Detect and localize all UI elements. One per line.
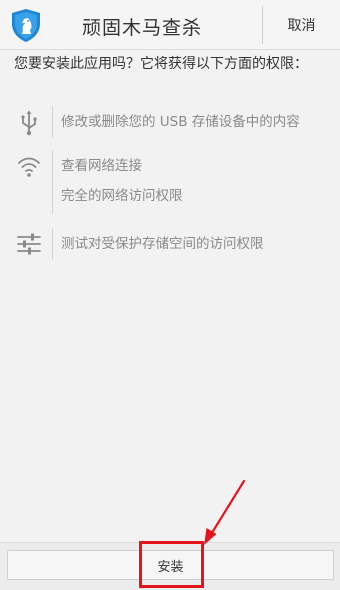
permission-divider (52, 150, 53, 214)
install-question: 您要安装此应用吗？它将获得以下方面的权限： (14, 56, 308, 72)
title-bar: 顽固木马查杀 取消 (0, 0, 340, 50)
shield-knight-icon (12, 9, 40, 42)
highlight-box (139, 541, 204, 588)
install-screen: 顽固木马查杀 取消 您要安装此应用吗？它将获得以下方面的权限： 修改或删除您的 … (0, 0, 340, 590)
permission-divider (52, 228, 53, 260)
usb-icon (21, 110, 37, 136)
permission-text: 测试对受保护存储空间的访问权限 (61, 236, 264, 252)
app-title: 顽固木马查杀 (82, 17, 203, 39)
permission-divider (52, 106, 53, 138)
sliders-icon (17, 233, 41, 255)
permission-item-usb-storage: 修改或删除您的 USB 存储设备中的内容 (0, 104, 340, 140)
permission-item-protected-storage: 测试对受保护存储空间的访问权限 (0, 226, 340, 262)
permission-text: 查看网络连接 (61, 158, 142, 174)
wifi-icon (18, 157, 40, 177)
permission-text: 修改或删除您的 USB 存储设备中的内容 (61, 114, 300, 130)
permission-text: 完全的网络访问权限 (61, 188, 183, 204)
cancel-button[interactable]: 取消 (263, 0, 340, 50)
permission-item-network: 查看网络连接 完全的网络访问权限 (0, 148, 340, 214)
red-arrow-annotation (204, 479, 246, 545)
